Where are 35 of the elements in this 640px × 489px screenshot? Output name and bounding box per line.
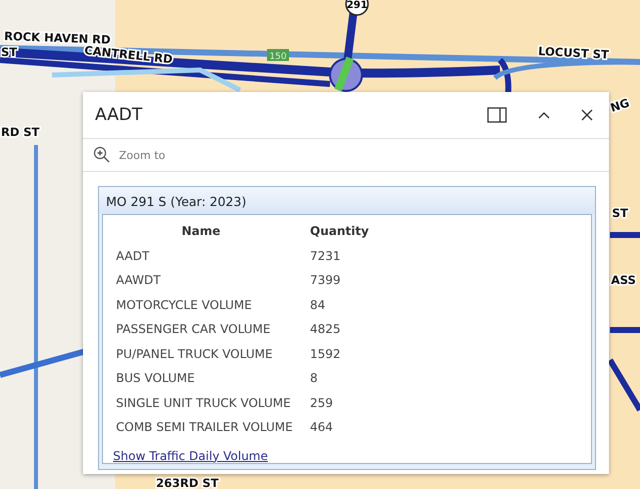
field-value: 7231 — [310, 248, 341, 264]
street-label: ST — [612, 206, 628, 220]
street-label: LOCUST ST — [538, 44, 610, 62]
field-value: 7399 — [310, 273, 341, 289]
street-label: RD ST — [1, 125, 40, 139]
street-label: ASS — [611, 273, 636, 287]
field-value: 1592 — [310, 346, 341, 362]
field-value: 8 — [310, 371, 318, 387]
field-name: AADT — [116, 248, 150, 264]
field-value: 259 — [310, 396, 333, 412]
zoom-in-icon[interactable] — [93, 146, 111, 164]
field-value: 84 — [310, 298, 326, 314]
street-label: ST — [1, 45, 18, 59]
section-header: MO 291 S (Year: 2023) — [99, 187, 595, 214]
field-name: PU/PANEL TRUCK VOLUME — [116, 346, 274, 362]
street-label: 263RD ST — [156, 476, 219, 489]
traffic-volume-link[interactable]: Show Traffic Daily Volume — [113, 448, 268, 462]
zoom-to-action[interactable]: Zoom to — [119, 148, 166, 162]
field-name: COMB SEMI TRAILER VOLUME — [116, 420, 294, 436]
street-label: NG — [608, 96, 632, 115]
field-name: AAWDT — [116, 273, 162, 289]
field-name: SINGLE UNIT TRUCK VOLUME — [116, 396, 292, 412]
field-name: BUS VOLUME — [116, 371, 196, 387]
close-icon[interactable] — [581, 109, 593, 121]
route-shield: 150 — [267, 49, 289, 62]
column-header: Quantity — [310, 224, 369, 240]
popup-title: AADT — [95, 105, 144, 125]
dock-icon[interactable] — [487, 107, 507, 123]
field-name: PASSENGER CAR VOLUME — [116, 322, 272, 338]
field-value: 464 — [310, 420, 333, 436]
collapse-icon[interactable] — [537, 110, 551, 120]
column-header: Name — [180, 224, 222, 240]
route-shield: 291 — [345, 0, 369, 16]
field-name: MOTORCYCLE VOLUME — [116, 298, 253, 314]
field-value: 4825 — [310, 322, 341, 338]
